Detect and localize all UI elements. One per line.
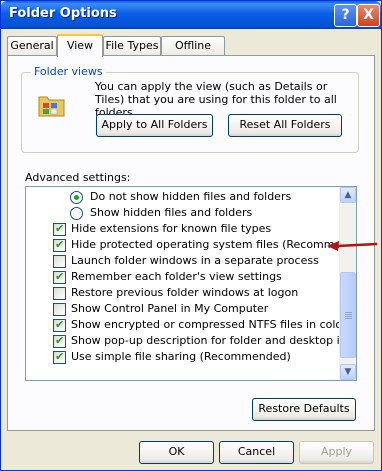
help-button[interactable]: ?	[334, 4, 357, 27]
list-item[interactable]: Launch folder windows in a separate proc…	[26, 253, 338, 269]
list-item-label: Remember each folder's view settings	[71, 270, 282, 283]
close-button[interactable]: X	[357, 4, 380, 27]
scroll-thumb[interactable]	[340, 272, 356, 358]
vertical-scrollbar[interactable]: ▲ ▼	[339, 187, 356, 380]
checkbox-show-control-panel[interactable]	[53, 303, 66, 316]
folder-options-dialog: Folder Options ? X General View File Typ…	[0, 0, 382, 471]
list-item[interactable]: Show Control Panel in My Computer	[26, 301, 338, 317]
list-item[interactable]: Restore previous folder windows at logon	[26, 285, 338, 301]
list-item[interactable]: Hide extensions for known file types	[26, 221, 338, 237]
cancel-button[interactable]: Cancel	[219, 441, 294, 464]
list-item-label: Show Control Panel in My Computer	[71, 302, 269, 315]
window-title: Folder Options	[9, 6, 117, 21]
radio-show-hidden[interactable]	[70, 207, 83, 220]
list-item[interactable]: Remember each folder's view settings	[26, 269, 338, 285]
apply-button[interactable]: Apply	[299, 441, 374, 464]
checkbox-simple-file-sharing[interactable]	[53, 349, 66, 365]
checkbox-show-encrypted-color[interactable]	[53, 317, 66, 333]
tab-view[interactable]: View	[57, 34, 103, 57]
annotation-arrow-icon	[327, 241, 378, 251]
reset-all-folders-button[interactable]: Reset All Folders	[228, 114, 342, 137]
radio-do-not-show-hidden[interactable]	[70, 191, 83, 204]
checkbox-launch-separate-process[interactable]	[53, 255, 66, 268]
checkbox-restore-previous-windows[interactable]	[53, 287, 66, 300]
list-item[interactable]: Show encrypted or compressed NTFS files …	[26, 317, 347, 333]
list-item[interactable]: Do not show hidden files and folders	[26, 189, 338, 205]
list-item-label: Show encrypted or compressed NTFS files …	[71, 318, 347, 331]
restore-defaults-button[interactable]: Restore Defaults	[252, 398, 356, 421]
tab-file-types[interactable]: File Types	[103, 36, 161, 55]
advanced-settings-heading: Advanced settings:	[25, 171, 131, 184]
tab-offline-files[interactable]: Offline Files	[161, 36, 225, 70]
checkbox-hide-protected-os-files[interactable]	[53, 237, 66, 253]
apply-to-all-folders-button[interactable]: Apply to All Folders	[96, 114, 213, 137]
list-item-label: Show hidden files and folders	[90, 206, 253, 219]
advanced-settings-list[interactable]: Do not show hidden files and folders Sho…	[25, 186, 357, 381]
checkbox-show-popup-description[interactable]	[53, 333, 66, 349]
list-item[interactable]: Use simple file sharing (Recommended)	[26, 349, 338, 365]
checkbox-remember-view-settings[interactable]	[53, 269, 66, 285]
tab-general[interactable]: General	[7, 36, 57, 55]
list-item[interactable]: Hide protected operating system files (R…	[26, 237, 356, 253]
list-item-label: Show pop-up description for folder and d…	[71, 334, 357, 347]
list-item[interactable]: Show pop-up description for folder and d…	[26, 333, 356, 349]
scroll-up-button[interactable]: ▲	[340, 187, 356, 203]
list-item-label: Do not show hidden files and folders	[90, 190, 292, 203]
list-item-label: Launch folder windows in a separate proc…	[71, 254, 319, 267]
list-item-label: Use simple file sharing (Recommended)	[71, 350, 291, 363]
list-item[interactable]: Show hidden files and folders	[26, 205, 338, 221]
checkbox-hide-extensions[interactable]	[53, 221, 66, 237]
title-bar[interactable]: Folder Options ? X	[1, 1, 381, 29]
folder-views-icon	[38, 96, 65, 117]
folder-views-heading: Folder views	[31, 65, 106, 78]
scroll-down-button[interactable]: ▼	[340, 364, 356, 380]
list-item-label: Hide protected operating system files (R…	[71, 238, 357, 251]
list-item-label: Restore previous folder windows at logon	[71, 286, 299, 299]
ok-button[interactable]: OK	[139, 441, 214, 464]
list-item-label: Hide extensions for known file types	[71, 222, 272, 235]
